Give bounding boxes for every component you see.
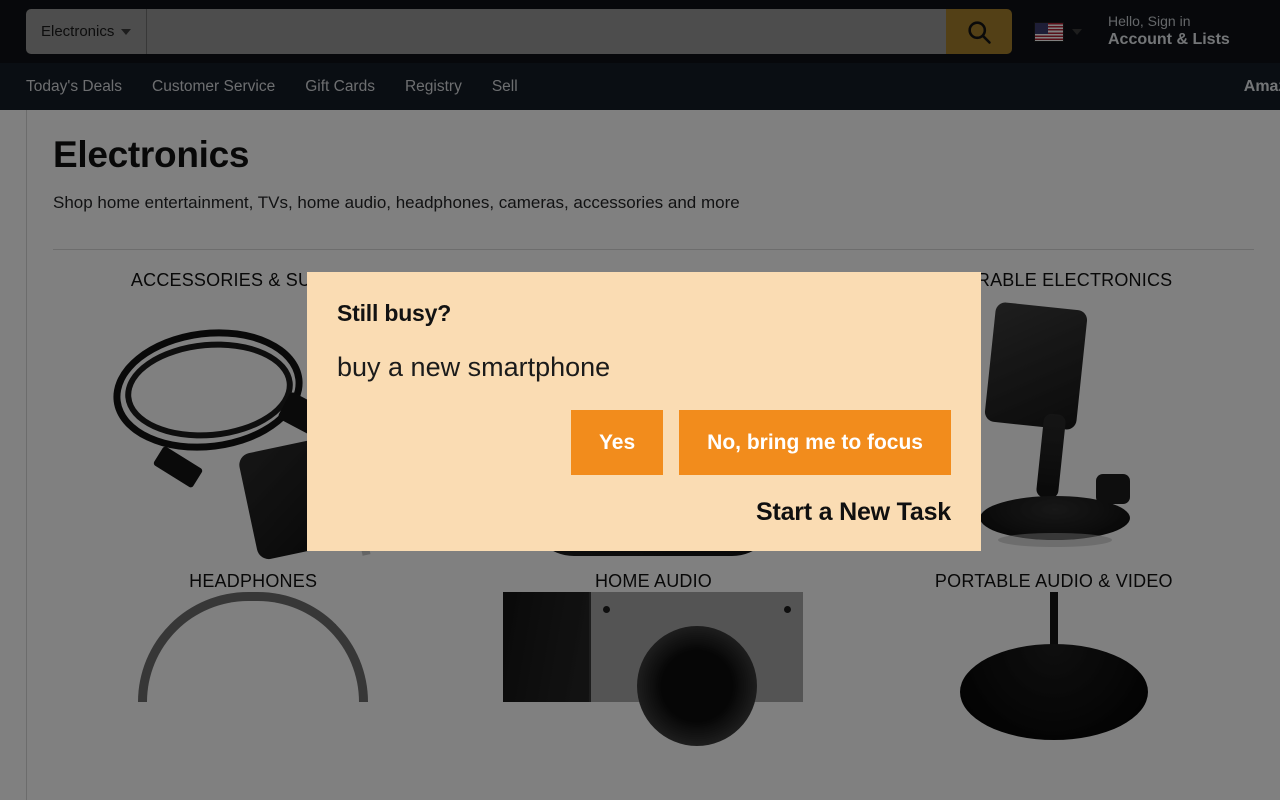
secondary-nav: Today's Deals Customer Service Gift Card… [0, 63, 1280, 110]
still-busy-dialog: Still busy? buy a new smartphone Yes No,… [307, 272, 981, 551]
dialog-actions: Yes No, bring me to focus [337, 410, 951, 475]
nav-item-registry[interactable]: Registry [405, 78, 462, 96]
dialog-task-text: buy a new smartphone [337, 352, 611, 382]
category-label: HEADPHONES [189, 571, 318, 591]
yes-button[interactable]: Yes [570, 410, 664, 475]
category-card-portable-audio-video[interactable]: PORTABLE AUDIO & VIDEO [854, 571, 1254, 740]
language-selector[interactable] [1034, 21, 1082, 42]
us-flag-icon [1034, 21, 1064, 42]
section-divider [53, 249, 1254, 250]
search-bar: Electronics [26, 9, 1012, 54]
nav-item-sell[interactable]: Sell [492, 78, 518, 96]
nav-right-promo[interactable]: Amazon [1244, 78, 1280, 96]
nav-item-gift-cards[interactable]: Gift Cards [305, 78, 375, 96]
category-label: PORTABLE AUDIO & VIDEO [934, 571, 1173, 591]
start-new-task-link[interactable]: Start a New Task [337, 498, 951, 527]
category-label: HOME AUDIO [594, 571, 712, 591]
no-bring-me-to-focus-button[interactable]: No, bring me to focus [679, 410, 951, 475]
page-subtitle: Shop home entertainment, TVs, home audio… [53, 193, 740, 212]
search-category-label: Electronics [41, 23, 115, 40]
category-card-headphones[interactable]: HEADPHONES [53, 571, 453, 702]
search-button[interactable] [946, 9, 1012, 54]
over-ear-headphones-image [53, 592, 453, 702]
account-greeting: Hello, Sign in [1108, 13, 1191, 30]
search-input[interactable] [147, 9, 946, 54]
pendant-speaker-lamp-image [854, 592, 1254, 740]
search-category-dropdown[interactable]: Electronics [26, 9, 148, 54]
site-header: Electronics Hello, Sign in Account & Lis… [0, 0, 1280, 63]
account-and-lists[interactable]: Hello, Sign in Account & Lists [1108, 13, 1230, 50]
dialog-title: Still busy? [337, 300, 452, 326]
bookshelf-speaker-image [453, 592, 853, 746]
account-label: Account & Lists [1108, 31, 1230, 49]
chevron-down-icon [121, 28, 132, 35]
category-card-home-audio[interactable]: HOME AUDIO [453, 571, 853, 746]
page-title: Electronics [53, 134, 250, 175]
nav-item-customer-service[interactable]: Customer Service [152, 78, 275, 96]
nav-item-todays-deals[interactable]: Today's Deals [26, 78, 122, 96]
chevron-down-icon [1072, 28, 1082, 35]
search-icon [965, 18, 993, 46]
